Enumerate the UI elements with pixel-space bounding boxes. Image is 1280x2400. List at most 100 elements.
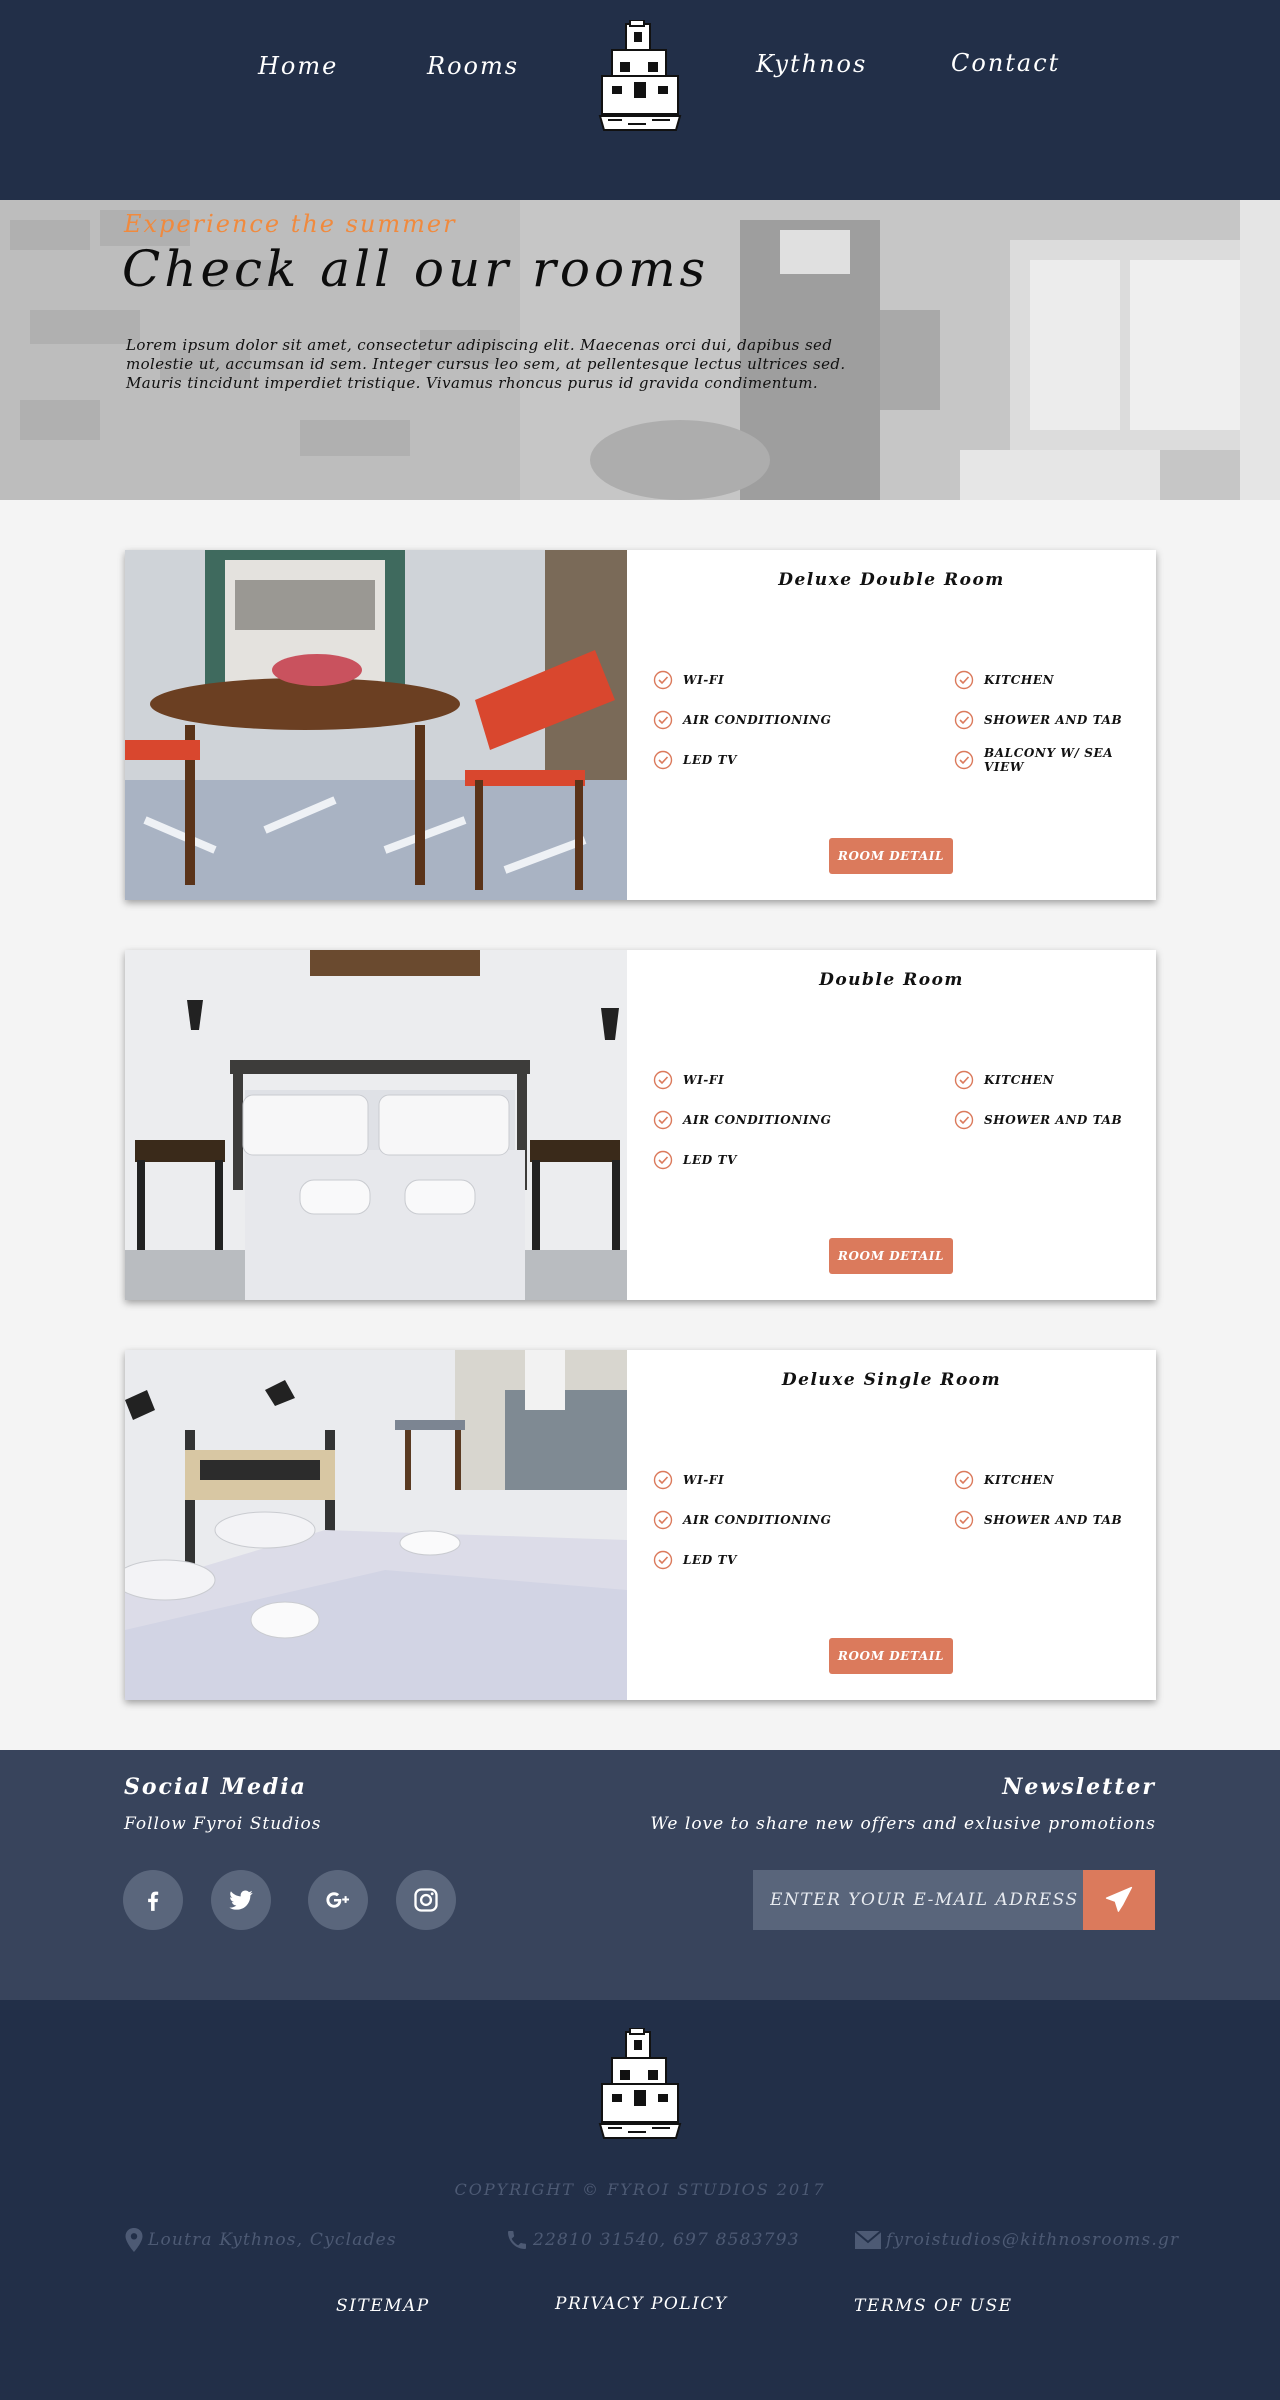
footer-link-privacy-policy[interactable]: PRIVACY POLICY — [555, 2294, 728, 2314]
email-info: fyroistudios@kithnosrooms.gr — [854, 2226, 1179, 2254]
hero-banner: Experience the summer Check all our room… — [0, 200, 1280, 500]
check-circle-icon — [653, 1470, 673, 1490]
room-photo — [125, 550, 627, 900]
amenity-label: LED TV — [683, 1553, 738, 1567]
room-title: Double Room — [819, 970, 964, 990]
google-plus-button[interactable] — [308, 1870, 368, 1930]
newsletter-email-input[interactable] — [753, 1870, 1083, 1930]
instagram-button[interactable] — [396, 1870, 456, 1930]
amenity-item: KITCHEN — [954, 670, 1054, 690]
room-card: Deluxe Single Room WI-FI AIR CONDITIONIN… — [125, 1350, 1156, 1700]
amenity-label: LED TV — [683, 753, 738, 767]
check-circle-icon — [653, 1510, 673, 1530]
check-circle-icon — [954, 1070, 974, 1090]
amenity-label: KITCHEN — [984, 1473, 1055, 1487]
room-detail-button[interactable]: ROOM DETAIL — [829, 1238, 953, 1274]
newsletter-subtitle: We love to share new offers and exlusive… — [650, 1814, 1156, 1834]
room-title: Deluxe Single Room — [781, 1370, 1002, 1390]
check-circle-icon — [954, 670, 974, 690]
room-photo — [125, 950, 627, 1300]
amenity-label: WI-FI — [683, 673, 725, 687]
twitter-icon — [229, 1890, 253, 1910]
address-text: Loutra Kythnos, Cyclades — [148, 2230, 397, 2250]
amenity-label: WI-FI — [683, 1473, 725, 1487]
check-circle-icon — [653, 670, 673, 690]
amenity-item: WI-FI — [653, 1070, 724, 1090]
check-circle-icon — [954, 710, 974, 730]
hero-title: Check all our rooms — [122, 240, 710, 298]
footer-logo-icon — [598, 2028, 682, 2139]
phone-text: 22810 31540, 697 8583793 — [533, 2230, 800, 2250]
email-text: fyroistudios@kithnosrooms.gr — [886, 2230, 1180, 2250]
check-circle-icon — [653, 1550, 673, 1570]
map-pin-icon — [125, 2228, 143, 2252]
check-circle-icon — [954, 1470, 974, 1490]
amenity-item: BALCONY W/ SEA VIEW — [954, 746, 1156, 774]
amenity-item: KITCHEN — [954, 1470, 1054, 1490]
room-detail-button[interactable]: ROOM DETAIL — [829, 1638, 953, 1674]
room-card: Double Room WI-FI AIR CONDITIONING LED T… — [125, 950, 1156, 1300]
instagram-icon — [414, 1888, 438, 1912]
nav-kythnos[interactable]: Kythnos — [756, 50, 867, 78]
check-circle-icon — [653, 1070, 673, 1090]
amenity-item: SHOWER AND TAB — [954, 1110, 1122, 1130]
amenity-item: LED TV — [653, 750, 737, 770]
amenity-label: KITCHEN — [984, 673, 1055, 687]
amenity-item: AIR CONDITIONING — [653, 710, 831, 730]
room-detail-button[interactable]: ROOM DETAIL — [829, 838, 953, 874]
amenity-label: KITCHEN — [984, 1073, 1055, 1087]
nav-contact[interactable]: Contact — [951, 49, 1060, 77]
hero-description: Lorem ipsum dolor sit amet, consectetur … — [126, 336, 846, 392]
newsletter-submit-button[interactable] — [1083, 1870, 1155, 1930]
newsletter-title: Newsletter — [1002, 1774, 1156, 1800]
amenity-item: LED TV — [653, 1150, 737, 1170]
site-header: Home Rooms Kythnos Contact — [0, 0, 1280, 200]
nav-home[interactable]: Home — [258, 52, 338, 80]
amenity-label: SHOWER AND TAB — [984, 713, 1123, 727]
amenity-label: AIR CONDITIONING — [683, 1513, 832, 1527]
amenity-item: LED TV — [653, 1550, 737, 1570]
facebook-icon — [148, 1891, 159, 1911]
footer-link-terms-of-use[interactable]: TERMS OF USE — [854, 2296, 1013, 2316]
room-title: Deluxe Double Room — [778, 570, 1005, 590]
social-title: Social Media — [124, 1774, 307, 1800]
check-circle-icon — [653, 1150, 673, 1170]
amenity-label: AIR CONDITIONING — [683, 1113, 832, 1127]
amenity-item: WI-FI — [653, 670, 724, 690]
amenity-item: AIR CONDITIONING — [653, 1510, 831, 1530]
check-circle-icon — [954, 750, 974, 770]
site-footer: COPYRIGHT © FYROI STUDIOS 2017 Loutra Ky… — [0, 2000, 1280, 2400]
phone-info: 22810 31540, 697 8583793 — [505, 2226, 800, 2254]
check-circle-icon — [653, 710, 673, 730]
footer-link-sitemap[interactable]: SITEMAP — [336, 2296, 430, 2316]
amenity-label: WI-FI — [683, 1073, 725, 1087]
google-plus-icon — [326, 1892, 349, 1908]
room-card: Deluxe Double Room WI-FI AIR CONDITIONIN… — [125, 550, 1156, 900]
amenity-item: SHOWER AND TAB — [954, 710, 1122, 730]
amenity-item: WI-FI — [653, 1470, 724, 1490]
amenity-label: LED TV — [683, 1153, 738, 1167]
hero-tagline: Experience the summer — [124, 210, 457, 238]
social-newsletter-section: Social Media Follow Fyroi Studios Newsle… — [0, 1750, 1280, 2000]
amenity-item: KITCHEN — [954, 1070, 1054, 1090]
nav-rooms[interactable]: Rooms — [427, 52, 519, 80]
envelope-icon — [854, 2230, 882, 2249]
phone-icon — [508, 2231, 526, 2249]
amenity-label: AIR CONDITIONING — [683, 713, 832, 727]
amenity-item: SHOWER AND TAB — [954, 1510, 1122, 1530]
amenity-item: AIR CONDITIONING — [653, 1110, 831, 1130]
address-info: Loutra Kythnos, Cyclades — [124, 2226, 397, 2254]
check-circle-icon — [653, 1110, 673, 1130]
amenity-label: SHOWER AND TAB — [984, 1513, 1123, 1527]
paper-plane-icon — [1105, 1886, 1133, 1912]
facebook-button[interactable] — [123, 1870, 183, 1930]
twitter-button[interactable] — [211, 1870, 271, 1930]
amenity-label: BALCONY W/ SEA VIEW — [984, 746, 1114, 774]
check-circle-icon — [954, 1510, 974, 1530]
check-circle-icon — [653, 750, 673, 770]
social-subtitle: Follow Fyroi Studios — [124, 1814, 322, 1834]
room-photo — [125, 1350, 627, 1700]
copyright-text: COPYRIGHT © FYROI STUDIOS 2017 — [454, 2180, 826, 2199]
logo-icon[interactable] — [592, 20, 688, 132]
check-circle-icon — [954, 1110, 974, 1130]
